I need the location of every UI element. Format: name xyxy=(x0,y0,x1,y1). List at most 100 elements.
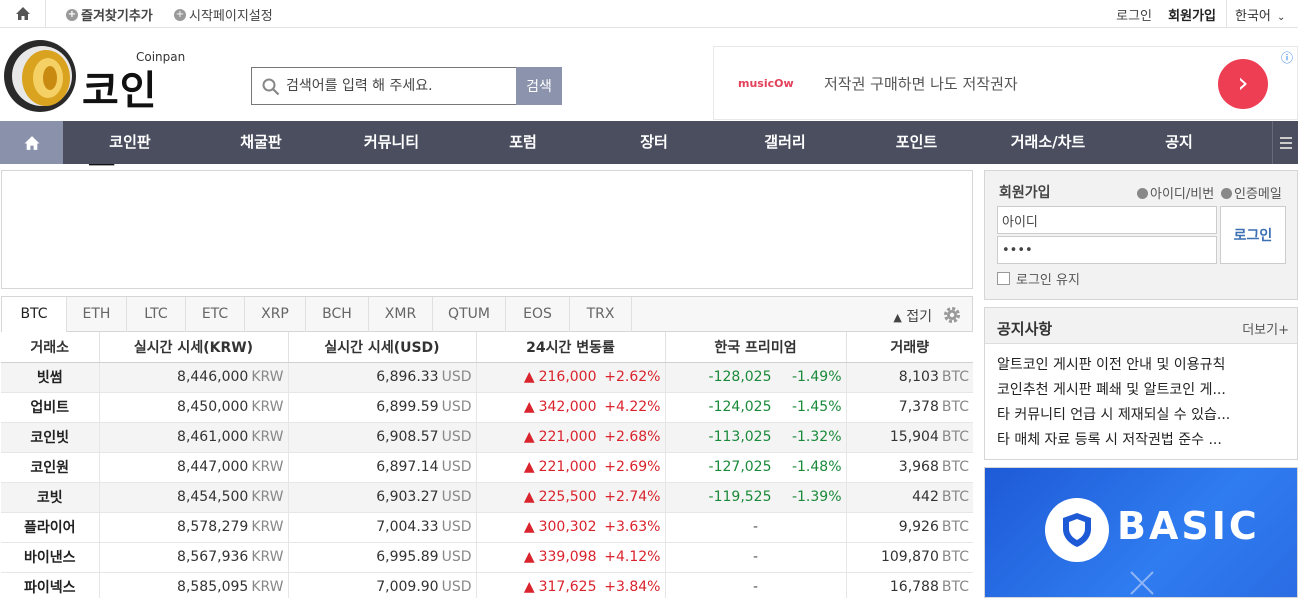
tab-btc[interactable]: BTC xyxy=(2,297,67,333)
join-link[interactable]: 회원가입 xyxy=(999,182,1051,202)
premium-pct: -1.45% xyxy=(791,399,842,415)
change-pct: +2.62% xyxy=(604,369,661,385)
table-row: 파이넥스 8,585,095 KRW 7,009.90 USD ▲ 317,625 +3.84… xyxy=(1,572,973,598)
notice-more-link[interactable]: 더보기+ xyxy=(1242,319,1289,338)
tab-xrp[interactable]: XRP xyxy=(245,297,306,332)
krw-cell: 8,450,000 KRW xyxy=(99,392,289,423)
nav-item-community[interactable]: 커뮤니티 xyxy=(325,121,458,164)
fold-button[interactable]: ▲ 접기 xyxy=(893,306,932,326)
krw-unit: KRW xyxy=(251,549,284,565)
volume-value: 109,870 xyxy=(880,549,939,565)
exchange-name[interactable]: 빗썸 xyxy=(1,362,100,393)
fold-label: 접기 xyxy=(906,309,932,325)
tab-ltc[interactable]: LTC xyxy=(127,297,186,332)
gear-icon[interactable] xyxy=(942,305,962,325)
tab-etc[interactable]: ETC xyxy=(186,297,245,332)
usd-unit: USD xyxy=(441,519,472,535)
coin-logo-icon xyxy=(4,40,76,112)
change-cell: ▲ 221,000 +2.68% xyxy=(476,422,666,453)
top-ad-banner[interactable]: musicOw 저작권 구매하면 나도 저작권자 › ⓘ xyxy=(713,46,1298,120)
premium-value: -113,025 xyxy=(708,429,772,445)
exchange-name[interactable]: 업비트 xyxy=(1,392,100,423)
id-field[interactable] xyxy=(997,206,1217,234)
exchange-name[interactable]: 코빗 xyxy=(1,482,100,513)
language-select[interactable]: 한국어 ⌄ xyxy=(1226,0,1298,27)
home-button[interactable] xyxy=(0,0,46,27)
usd-cell: 7,004.33 USD xyxy=(288,512,477,543)
find-id-pw-link[interactable]: 아이디/비번 xyxy=(1137,183,1214,202)
tab-xmr[interactable]: XMR xyxy=(369,297,433,332)
login-link[interactable]: 로그인 xyxy=(1116,5,1152,24)
table-row: 코인원 8,447,000 KRW 6,897.14 USD ▲ 221,000 +2.69%… xyxy=(1,452,973,483)
premium-value: - xyxy=(752,549,759,565)
ad-arrow-icon[interactable]: › xyxy=(1218,59,1268,109)
exchange-name[interactable]: 코인원 xyxy=(1,452,100,483)
change-cell: ▲ 221,000 +2.69% xyxy=(476,452,666,483)
usd-cell: 6,899.59 USD xyxy=(288,392,477,423)
notice-item[interactable]: 알트코인 게시판 이전 안내 및 이용규칙 xyxy=(997,354,1287,374)
change-cell: ▲ 225,500 +2.74% xyxy=(476,482,666,513)
cross-decoration-icon xyxy=(1130,571,1154,595)
tab-qtum[interactable]: QTUM xyxy=(433,297,506,332)
keep-login-checkbox[interactable]: 로그인 유지 xyxy=(997,269,1080,288)
search-input[interactable] xyxy=(286,76,506,96)
krw-cell: 8,461,000 KRW xyxy=(99,422,289,453)
login-button[interactable]: 로그인 xyxy=(1220,206,1286,264)
nav-item-exchange-chart[interactable]: 거래소/차트 xyxy=(983,121,1113,164)
side-ad-banner[interactable]: BASIC xyxy=(984,467,1298,598)
tab-eos[interactable]: EOS xyxy=(506,297,570,332)
find-id-pw-label: 아이디/비번 xyxy=(1150,187,1215,202)
notice-item[interactable]: 타 매체 자료 등록 시 저작권법 준수 ... xyxy=(997,429,1287,449)
tab-eth[interactable]: ETH xyxy=(67,297,127,332)
nav-item-point[interactable]: 포인트 xyxy=(850,121,983,164)
triangle-up-icon: ▲ xyxy=(893,311,902,324)
premium-cell: -124,025 -1.45% xyxy=(665,392,847,423)
krw-price: 8,461,000 xyxy=(177,429,249,445)
nav-item-forum[interactable]: 포럼 xyxy=(458,121,588,164)
startpage-link[interactable]: + 시작페이지설정 xyxy=(174,5,273,24)
auth-mail-link[interactable]: 인증메일 xyxy=(1221,183,1282,202)
notice-item[interactable]: 타 커뮤니티 언급 시 제재되실 수 있습... xyxy=(997,404,1287,424)
exchange-name[interactable]: 코인빗 xyxy=(1,422,100,453)
menu-icon[interactable] xyxy=(1272,121,1298,164)
exchange-name[interactable]: 바이낸스 xyxy=(1,542,100,573)
favorite-link[interactable]: + 즐겨찾기추가 xyxy=(66,5,153,24)
volume-unit: BTC xyxy=(941,579,969,595)
nav-item-mining[interactable]: 채굴판 xyxy=(197,121,325,164)
premium-cell: -113,025 -1.32% xyxy=(665,422,847,453)
nav-item-gallery[interactable]: 갤러리 xyxy=(720,121,850,164)
krw-price: 8,446,000 xyxy=(177,369,249,385)
bullet-icon xyxy=(1221,188,1232,199)
volume-value: 3,968 xyxy=(898,459,939,475)
search-icon xyxy=(262,78,280,96)
ad-info-icon[interactable]: ⓘ xyxy=(1281,49,1295,65)
site-logo[interactable]: Coinpan 코인판 xyxy=(2,38,192,172)
krw-unit: KRW xyxy=(251,519,284,535)
nav-item-market[interactable]: 장터 xyxy=(588,121,720,164)
table-row: 바이낸스 8,567,936 KRW 6,995.89 USD ▲ 339,098 +4.12… xyxy=(1,542,973,573)
tab-trx[interactable]: TRX xyxy=(570,297,632,332)
volume-cell: 7,378 BTC xyxy=(846,392,973,423)
notice-item[interactable]: 코인추천 게시판 폐쇄 및 알트코인 게... xyxy=(997,379,1287,399)
join-link[interactable]: 회원가입 xyxy=(1168,5,1216,24)
password-field[interactable] xyxy=(997,236,1217,264)
premium-value: -119,525 xyxy=(708,489,772,505)
nav-item-notice[interactable]: 공지 xyxy=(1113,121,1245,164)
triangle-up-icon: ▲ xyxy=(523,549,535,565)
krw-price: 8,578,279 xyxy=(177,519,249,535)
change-value: 225,500 xyxy=(538,489,597,505)
krw-price: 8,450,000 xyxy=(177,399,249,415)
nav-home-button[interactable] xyxy=(0,121,63,164)
table-header-row: 거래소 실시간 시세(KRW) 실시간 시세(USD) 24시간 변동률 한국 … xyxy=(1,332,973,363)
search-button[interactable]: 검색 xyxy=(516,67,562,105)
exchange-name[interactable]: 파이넥스 xyxy=(1,572,100,598)
tab-bch[interactable]: BCH xyxy=(306,297,369,332)
usd-cell: 6,896.33 USD xyxy=(288,362,477,393)
change-cell: ▲ 216,000 +2.62% xyxy=(476,362,666,393)
usd-cell: 7,009.90 USD xyxy=(288,572,477,598)
price-table: 거래소 실시간 시세(KRW) 실시간 시세(USD) 24시간 변동률 한국 … xyxy=(1,332,973,598)
volume-unit: BTC xyxy=(941,429,969,445)
nav-item-coinpan[interactable]: 코인판 xyxy=(63,121,197,164)
exchange-name[interactable]: 플라이어 xyxy=(1,512,100,543)
usd-unit: USD xyxy=(441,399,472,415)
